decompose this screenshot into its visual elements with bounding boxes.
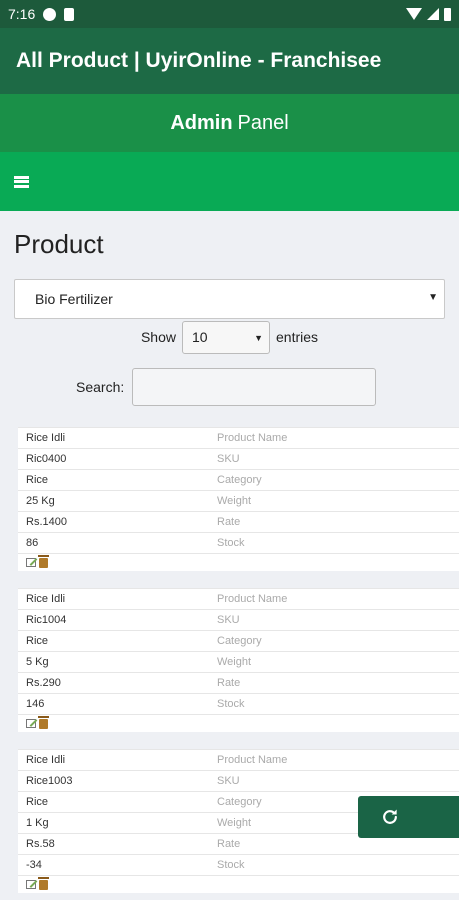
product-category-value: Rice — [26, 474, 49, 486]
product-field-row: Ric0400 SKU — [18, 448, 459, 469]
product-weight-label: Weight — [217, 495, 252, 507]
battery-icon — [444, 7, 451, 21]
product-category-label: Category — [217, 635, 262, 647]
status-time: 7:16 — [8, 6, 36, 22]
category-select[interactable]: Bio Fertilizer ▼ — [14, 279, 445, 319]
app-title: All Product | UyirOnline - Franchisee — [16, 49, 382, 72]
product-stock-value: -34 — [26, 859, 42, 871]
product-sku-value: Ric0400 — [26, 453, 67, 465]
trash-icon[interactable] — [38, 876, 49, 890]
product-record: Rice Idli Product Name Ric1004 SKU Rice Categ… — [18, 588, 459, 732]
record-actions — [18, 714, 459, 732]
product-weight-value: 1 Kg — [26, 817, 49, 829]
product-category-label: Category — [217, 796, 262, 808]
product-rate-label: Rate — [217, 838, 241, 850]
entries-select-value: 10 — [192, 329, 208, 345]
show-label: Show — [140, 329, 176, 345]
product-field-row: Rice Idli Product Name — [18, 749, 459, 770]
product-name-label: Product Name — [217, 754, 288, 766]
trash-icon[interactable] — [38, 554, 49, 568]
status-bar: 7:16 — [0, 0, 459, 28]
product-record: Rice Idli Product Name Ric0400 SKU Rice Categ… — [18, 427, 459, 571]
product-field-row: Rice Category — [18, 630, 459, 651]
record-actions — [18, 553, 459, 571]
signal-icon — [427, 8, 439, 20]
product-category-value: Rice — [26, 635, 49, 647]
refresh-icon — [383, 809, 397, 824]
search-control: Search: — [14, 368, 445, 406]
product-field-row: Rs.290 Rate — [18, 672, 459, 693]
edit-icon[interactable] — [26, 719, 36, 728]
trash-icon[interactable] — [38, 715, 49, 729]
product-rate-value: Rs.58 — [26, 838, 55, 850]
product-field-row: Ric1004 SKU — [18, 609, 459, 630]
entries-select[interactable]: 10 ▼ — [182, 320, 270, 354]
product-field-row: Rice Idli Product Name — [18, 427, 459, 448]
record-actions — [18, 875, 459, 893]
product-stock-label: Stock — [217, 537, 245, 549]
product-stock-value: 86 — [26, 537, 39, 549]
product-rate-label: Rate — [217, 677, 241, 689]
edit-icon[interactable] — [26, 558, 36, 567]
product-sku-value: Rice1003 — [26, 775, 73, 787]
product-field-row: Rice1003 SKU — [18, 770, 459, 791]
product-field-row: Rice Category — [18, 469, 459, 490]
wifi-icon — [406, 8, 422, 20]
product-field-row: 146 Stock — [18, 693, 459, 714]
product-sku-value: Ric1004 — [26, 614, 67, 626]
entries-control: Show 10 ▼ entries — [14, 320, 445, 354]
product-weight-value: 25 Kg — [26, 495, 55, 507]
notification-icon — [43, 7, 57, 21]
product-name-label: Product Name — [217, 432, 288, 444]
product-weight-label: Weight — [217, 817, 252, 829]
product-rate-value: Rs.1400 — [26, 516, 67, 528]
search-input[interactable] — [132, 368, 377, 406]
product-field-row: 25 Kg Weight — [18, 490, 459, 511]
admin-panel-header: Admin Panel — [0, 94, 459, 152]
product-name-label: Product Name — [217, 593, 288, 605]
admin-panel-bold: Admin — [170, 111, 233, 134]
product-field-row: 86 Stock — [18, 532, 459, 553]
product-rate-value: Rs.290 — [26, 677, 61, 689]
product-name-value: Rice Idli — [26, 754, 66, 766]
product-category-label: Category — [217, 474, 262, 486]
page-title: Product — [14, 229, 104, 259]
search-label: Search: — [76, 379, 125, 395]
product-field-row: Rs.1400 Rate — [18, 511, 459, 532]
product-field-row: Rice Idli Product Name — [18, 588, 459, 609]
product-weight-value: 5 Kg — [26, 656, 49, 668]
product-stock-value: 146 — [26, 698, 45, 710]
menu-bar — [0, 152, 459, 211]
product-sku-label: SKU — [217, 453, 240, 465]
product-name-value: Rice Idli — [26, 432, 66, 444]
edit-icon[interactable] — [26, 880, 36, 889]
dropdown-arrow-icon: ▼ — [254, 332, 263, 343]
product-stock-label: Stock — [217, 859, 245, 871]
product-rate-label: Rate — [217, 516, 241, 528]
product-name-value: Rice Idli — [26, 593, 66, 605]
product-stock-label: Stock — [217, 698, 245, 710]
category-select-value: Bio Fertilizer — [35, 291, 113, 307]
hamburger-icon[interactable] — [14, 175, 29, 188]
main-content: Product Bio Fertilizer ▼ Show 10 ▼ entri… — [0, 229, 459, 406]
entries-label: entries — [276, 329, 319, 345]
refresh-button[interactable] — [358, 796, 459, 838]
product-sku-label: SKU — [217, 614, 240, 626]
product-field-row: -34 Stock — [18, 854, 459, 875]
admin-panel-light: Panel — [237, 111, 289, 134]
sim-card-icon — [64, 7, 75, 21]
product-category-value: Rice — [26, 796, 49, 808]
product-sku-label: SKU — [217, 775, 240, 787]
app-bar: All Product | UyirOnline - Franchisee — [0, 28, 459, 94]
product-field-row: 5 Kg Weight — [18, 651, 459, 672]
dropdown-arrow-icon: ▼ — [428, 292, 438, 303]
product-weight-label: Weight — [217, 656, 252, 668]
